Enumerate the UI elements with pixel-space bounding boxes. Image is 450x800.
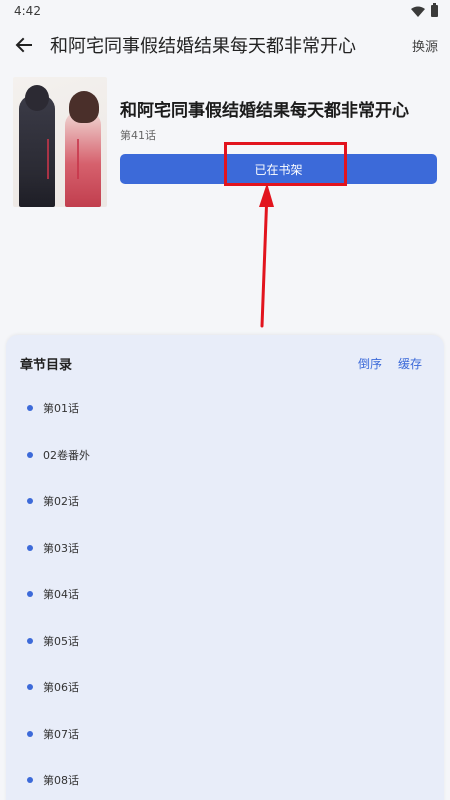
status-bar: 4:42 <box>0 0 450 22</box>
chapter-label: 第08话 <box>43 774 79 788</box>
cover-figure-left-head <box>25 85 49 111</box>
page-title: 和阿宅同事假结婚结果每天都非常开心 <box>50 36 356 57</box>
chapter-dot-icon <box>27 451 33 458</box>
back-button[interactable] <box>2 23 46 67</box>
chapter-sheet-header: 章节目录 倒序 缓存 <box>6 335 444 391</box>
chapter-item[interactable]: 第05话 <box>6 618 444 665</box>
cover-figure-right-head <box>69 91 99 123</box>
chapter-item[interactable]: 第04话 <box>6 571 444 618</box>
wifi-icon <box>411 6 425 17</box>
chapter-label: 第05话 <box>43 634 79 648</box>
change-source-button[interactable]: 换源 <box>400 36 450 55</box>
on-shelf-button[interactable]: 已在书架 <box>120 154 437 184</box>
latest-chapter: 第41话 <box>120 129 156 142</box>
book-title: 和阿宅同事假结婚结果每天都非常开心 <box>120 101 409 121</box>
app-bar: 和阿宅同事假结婚结果每天都非常开心 换源 <box>0 22 450 68</box>
chapter-sheet: 章节目录 倒序 缓存 第01话 02卷番外 第02话 第03话 第04话 第05… <box>6 335 444 800</box>
chapter-sheet-title: 章节目录 <box>20 357 73 373</box>
status-time: 4:42 <box>14 4 41 18</box>
chapter-label: 第03话 <box>43 541 79 555</box>
book-cover-image[interactable] <box>13 77 107 207</box>
chapter-item[interactable]: 第02话 <box>6 478 444 525</box>
chapter-label: 第02话 <box>43 495 79 509</box>
chapter-item[interactable]: 第01话 <box>6 385 444 432</box>
chapter-item[interactable]: 第08话 <box>6 757 444 800</box>
chapter-dot-icon <box>27 730 33 737</box>
back-arrow-icon <box>15 37 32 53</box>
chapter-label: 02卷番外 <box>43 448 90 462</box>
status-icons <box>411 3 438 17</box>
chapter-label: 第01话 <box>43 402 79 416</box>
cover-title-art <box>47 139 79 179</box>
chapter-dot-icon <box>27 777 33 784</box>
chapter-label: 第07话 <box>43 727 79 741</box>
chapter-label: 第04话 <box>43 588 79 602</box>
chapter-dot-icon <box>27 684 33 691</box>
chapter-item[interactable]: 第03话 <box>6 525 444 572</box>
chapter-item[interactable]: 第07话 <box>6 711 444 758</box>
chapter-label: 第06话 <box>43 681 79 695</box>
chapter-item[interactable]: 02卷番外 <box>6 432 444 479</box>
battery-icon <box>431 3 438 17</box>
chapter-dot-icon <box>27 591 33 598</box>
chapter-item[interactable]: 第06话 <box>6 664 444 711</box>
chapter-dot-icon <box>27 405 33 412</box>
chapter-dot-icon <box>27 498 33 505</box>
chapter-dot-icon <box>27 637 33 644</box>
chapter-list: 第01话 02卷番外 第02话 第03话 第04话 第05话 第06话 第07话… <box>6 385 444 800</box>
cache-button[interactable]: 缓存 <box>398 355 422 372</box>
reverse-order-button[interactable]: 倒序 <box>358 355 382 372</box>
chapter-dot-icon <box>27 544 33 551</box>
